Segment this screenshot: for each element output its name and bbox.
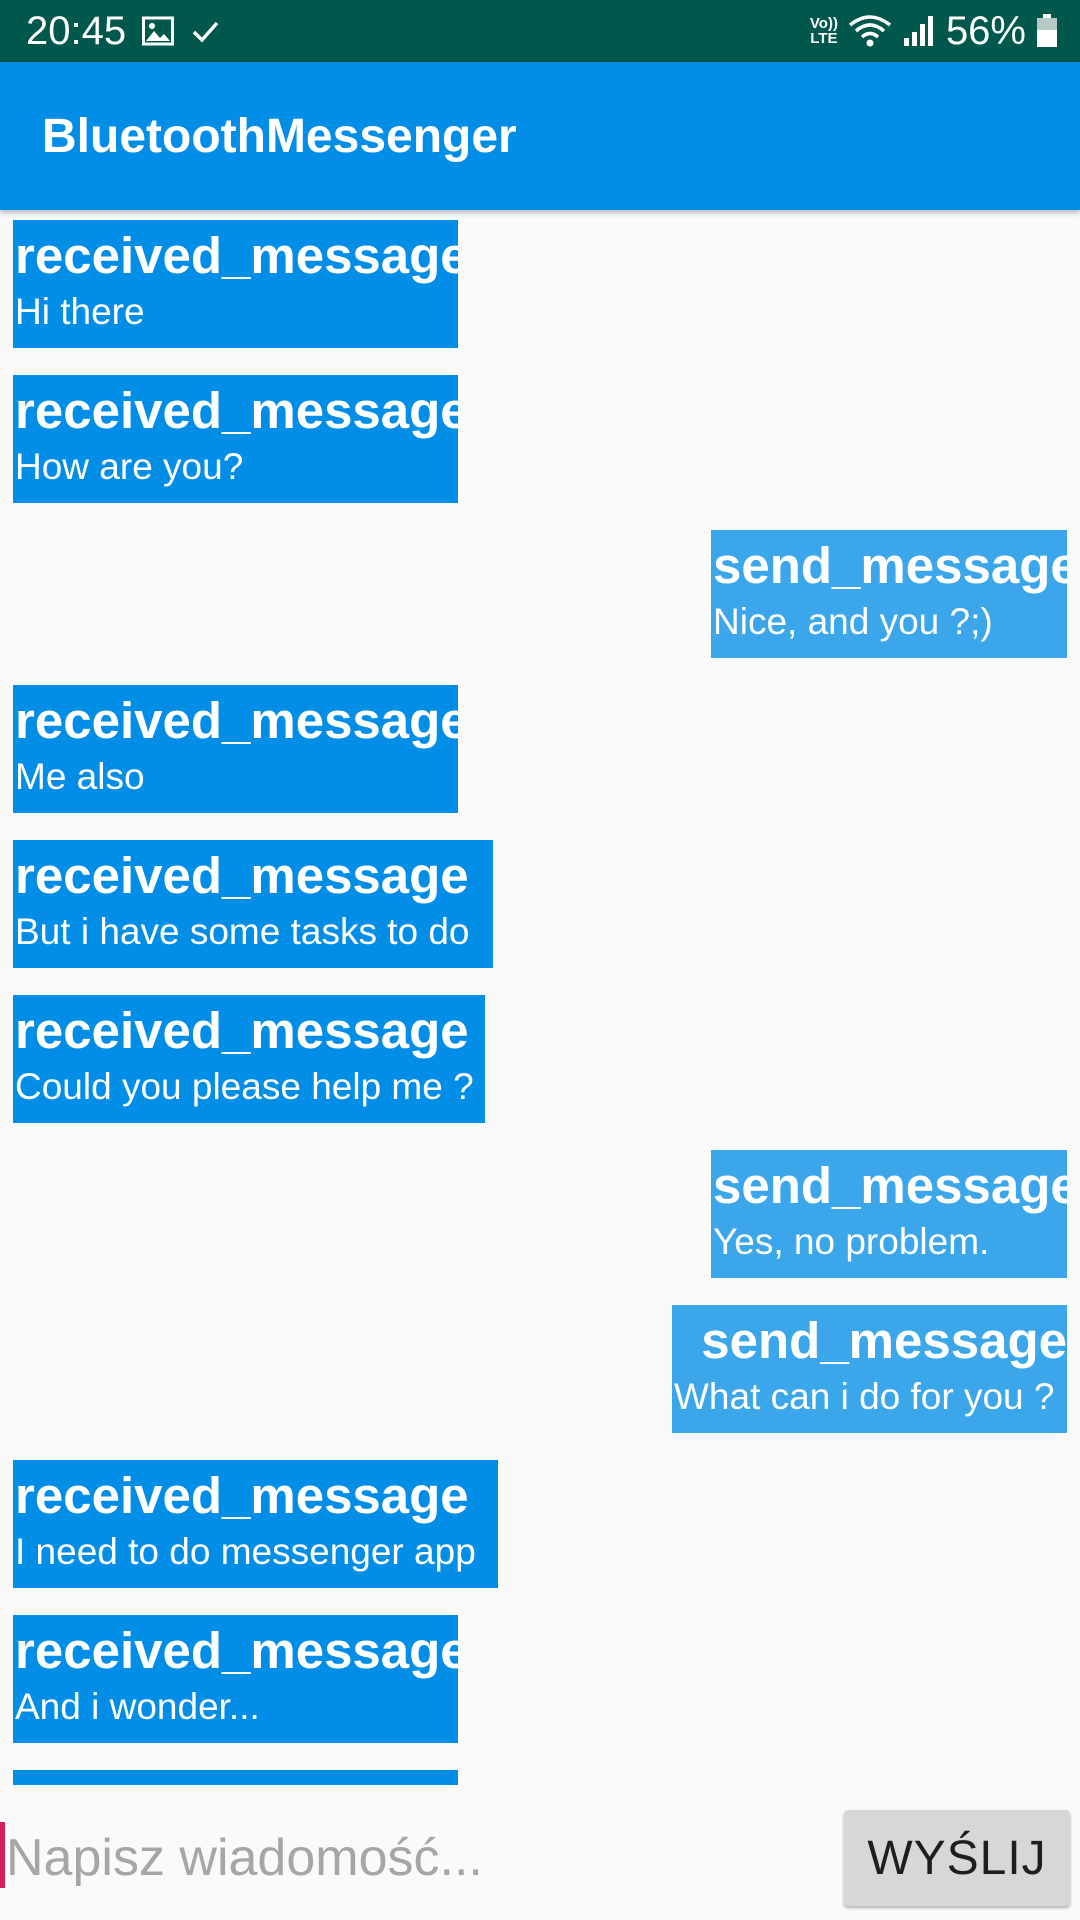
received-message-bubble: received_message And i wonder... — [13, 1615, 458, 1743]
app-title: BluetoothMessenger — [42, 109, 517, 163]
message-input[interactable] — [6, 1818, 826, 1898]
received-message-bubble: received_message Hi there — [13, 220, 458, 348]
send-button[interactable]: WYŚLIJ — [844, 1810, 1070, 1906]
battery-icon — [1036, 14, 1058, 48]
received-message-bubble: received_message I need to do messenger … — [13, 1460, 498, 1588]
partial-message-bubble — [13, 1770, 458, 1785]
message-sender: received_message — [15, 227, 458, 284]
message-sender: received_message — [15, 692, 458, 749]
message-text: And i wonder... — [15, 1686, 260, 1727]
message-sender: send_message — [713, 1157, 1067, 1214]
message-text: Could you please help me ? — [15, 1066, 474, 1107]
message-sender: send_message — [713, 537, 1067, 594]
image-icon — [142, 16, 175, 46]
check-icon — [190, 16, 220, 46]
message-sender: received_message — [15, 1002, 469, 1059]
text-cursor — [0, 1822, 5, 1888]
message-text: What can i do for you ? — [674, 1376, 1055, 1417]
app-bar: BluetoothMessenger — [0, 62, 1080, 210]
message-text: Yes, no problem. — [713, 1221, 990, 1262]
message-text: I need to do messenger app — [15, 1531, 476, 1572]
received-message-bubble: received_message Me also — [13, 685, 458, 813]
received-message-bubble: received_message How are you? — [13, 375, 458, 503]
message-text: Hi there — [15, 291, 145, 332]
sent-message-bubble: send_message Yes, no problem. — [711, 1150, 1067, 1278]
message-sender: send_message — [701, 1312, 1067, 1369]
message-sender: received_message — [15, 1467, 469, 1524]
message-sender: received_message — [15, 1622, 458, 1679]
volte-icon: Vo)) LTE — [809, 15, 838, 47]
battery-percent: 56% — [945, 8, 1026, 53]
status-bar: 20:45 Vo)) LTE 56% — [0, 0, 1080, 62]
received-message-bubble: received_message Could you please help m… — [13, 995, 485, 1123]
message-text: How are you? — [15, 446, 244, 487]
message-text: Nice, and you ?;) — [713, 601, 993, 642]
sent-message-bubble: send_message Nice, and you ?;) — [711, 530, 1067, 658]
status-time: 20:45 — [26, 8, 127, 53]
message-sender: received_message — [15, 847, 469, 904]
message-text: Me also — [15, 756, 145, 797]
message-list[interactable]: received_message Hi there received_messa… — [0, 210, 1080, 1785]
received-message-bubble: received_message But i have some tasks t… — [13, 840, 493, 968]
signal-icon — [902, 14, 936, 48]
wifi-icon — [848, 13, 892, 49]
message-text: But i have some tasks to do — [15, 911, 470, 952]
message-sender: received_message — [15, 382, 458, 439]
sent-message-bubble: send_message What can i do for you ? — [672, 1305, 1067, 1433]
